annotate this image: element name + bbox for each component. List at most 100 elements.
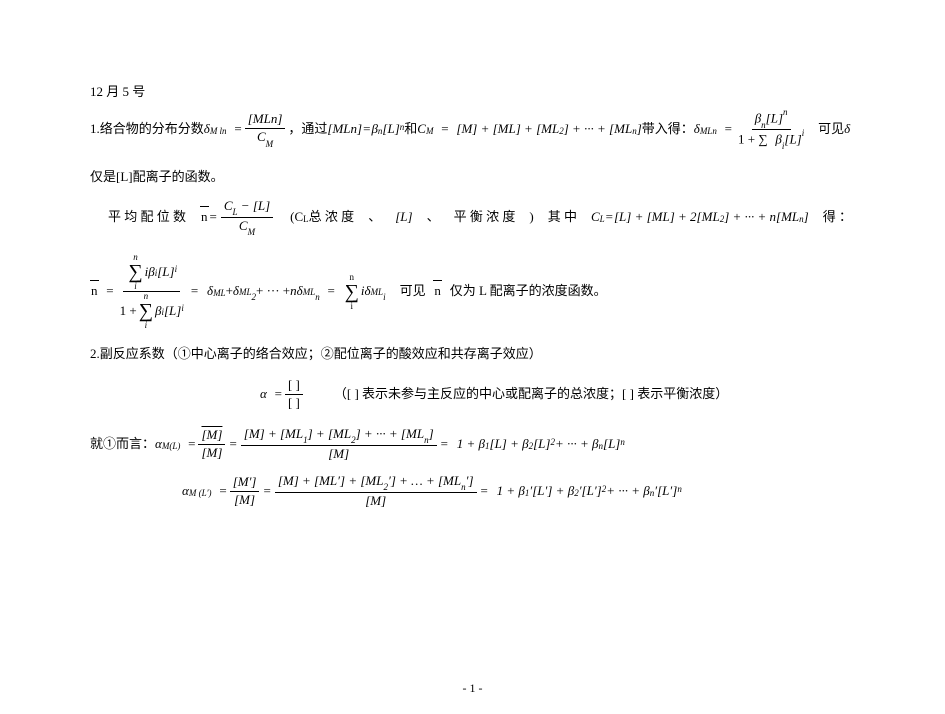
aML-eq2: = (229, 432, 236, 457)
expand-a: [L] + [ML] + 2[ML (614, 205, 720, 230)
expand-mid: ] + ··· + n[ML (724, 205, 799, 230)
line1-prefix: 1.络合物的分布分数 (90, 117, 204, 142)
aML-rs1: 1 (485, 438, 490, 455)
frac-delta-result: βn[L]n 1 + ∑βi[L]i (735, 109, 807, 151)
t2as-a: ML (371, 287, 384, 297)
where: 其 中 (548, 205, 577, 230)
nbar-big-frac: n ∑ i iβi[L]i 1 + n ∑ i βi[L]i (117, 253, 187, 330)
aMLp-rhs-c: [L′] (582, 479, 602, 504)
section2-heading: 2.副反应系数（①中心离子的络合效应；②配位离子的酸效应和共存离子效应） (90, 342, 890, 367)
aML-rs2: 2 (529, 438, 534, 455)
mid2: 带入得： (642, 117, 694, 142)
aMLp-eq3: = (481, 479, 488, 504)
f2n-Lsup: n (783, 107, 788, 117)
sum-mid: ] + ··· + [ML (564, 117, 632, 142)
sec2-text: 2.副反应系数（①中心离子的络合效应；②配位离子的酸效应和共存离子效应） (90, 342, 542, 367)
aMLp-f1d: [M] (234, 492, 255, 507)
frac1-num: [MLn] (248, 111, 283, 126)
aMLp-rs2: 2 (574, 485, 579, 502)
term2-as: MLi (371, 284, 386, 304)
t2as-b: i (383, 292, 386, 302)
expand-sn: n (799, 211, 804, 228)
aML-f2s1: 1 (303, 435, 308, 445)
beta-sub: n (378, 123, 383, 140)
f2n-bsub: n (761, 120, 766, 130)
aMLp-f2sn: n (461, 482, 466, 492)
nexp-eq2: = (191, 279, 198, 304)
frac1-den-sub: M (266, 139, 274, 149)
note-open: (C (290, 205, 303, 230)
sum-terms-a: [M] + [ML] + [ML (456, 117, 559, 142)
delta2-sub: MLn (700, 123, 717, 140)
expand-s2: 2 (720, 211, 725, 228)
navg-end: 得 ： (823, 205, 852, 230)
mln-bracket: [MLn] (327, 117, 362, 142)
date-text: 12 月 5 号 (90, 80, 145, 105)
aMLp-rhs-b: [L′] + β (532, 479, 574, 504)
aMLp-as: M (L′) (189, 485, 212, 502)
CL: C (591, 205, 600, 230)
nden-1: 1 + (120, 303, 137, 320)
aML-f1n: [M] (201, 427, 222, 442)
alpha-eq: = (275, 382, 282, 407)
frac1-den-c: C (257, 129, 266, 144)
f2n-L: [L] (766, 110, 783, 125)
line2: 仅是[L]配离子的函数。 (90, 165, 890, 190)
aMLp-f1n: [M′] (233, 474, 257, 489)
dots: + ··· + (256, 279, 290, 304)
aML-eq: = (188, 432, 195, 457)
nnum-b: [L] (157, 264, 174, 281)
nexp-tail-a: 可见 (400, 279, 426, 304)
plus1: + (226, 279, 233, 304)
aMLp-frac1: [M′] [M] (230, 474, 260, 509)
aML-rp2: 2 (550, 434, 555, 451)
f2d-1plus: 1 + (738, 132, 758, 147)
f2d-sum: ∑ (758, 132, 767, 147)
CM: C (417, 117, 426, 142)
expand-end: ] (804, 205, 809, 230)
note-sep2: 、 (427, 205, 440, 230)
f2d-L: [L] (784, 132, 801, 147)
nbar-def-line: 平 均 配 位 数 n = CL − [L] CM (CL 总 浓 度 、 [L… (90, 198, 890, 238)
alpha-sym: α (260, 382, 267, 407)
aMLp-rhs-d: + ··· + β (606, 479, 650, 504)
aMLp-f2nc: ′] (466, 473, 474, 488)
aMLp-rsn: n (650, 485, 655, 502)
CM-sub: M (426, 123, 434, 140)
aMLp-eq2: = (263, 479, 270, 504)
nnum-as: i (155, 268, 158, 280)
aML-f2sn: n (424, 435, 429, 445)
d2s: ML2 (239, 284, 256, 304)
eq2: = (363, 117, 370, 142)
aMLp-rhs-a: 1 + β (497, 479, 525, 504)
term2-a: iδ (361, 279, 371, 304)
alpha-frac: [ ] [ ] (285, 377, 303, 412)
aMLp-f2na: [M] + [ML′] + [ML (278, 473, 384, 488)
nf-num-C: C (224, 198, 233, 213)
aML-frac2: [M] + [ML1] + [ML2] + ··· + [MLn] [M] (241, 426, 437, 463)
nden-bs: i (161, 307, 164, 319)
d1s: ML (213, 285, 226, 302)
aML-f2na: [M] + [ML (244, 426, 303, 441)
case1p-line: αM (L′) = [M′] [M] = [M] + [ML′] + [ML2′… (90, 473, 890, 510)
aML-as: M(L) (162, 438, 181, 455)
nnum-a: iβ (145, 264, 155, 281)
d2s-b: 2 (251, 292, 256, 302)
d2s-a: ML (239, 287, 252, 297)
case1-line: 就①而言： αM(L) = [M] [M] = [M] + [ML1] + [M… (90, 426, 890, 463)
aMLp-rs1: 1 (525, 485, 530, 502)
note-a: 总 浓 度 (309, 205, 355, 230)
alpha-def-line: α = [ ] [ ] （[ ] 表示未参与主反应的中心或配离子的总浓度；[ ]… (90, 377, 890, 412)
aML-f2nc: ] + ··· + [ML (356, 426, 424, 441)
aMLp-f2nb: ′] + … + [ML (388, 473, 461, 488)
dns-a: ML (303, 287, 316, 297)
af-den: [ ] (288, 395, 300, 410)
aMLp-eq: = (219, 479, 226, 504)
aML-rhs-c: [L] (533, 432, 550, 457)
line1-tail-delta: δ (844, 117, 850, 142)
aMLp-f2s2: 2 (383, 482, 388, 492)
note-b: [L] (395, 205, 412, 230)
and-word: 和 (404, 117, 417, 142)
note-sub: L (303, 211, 309, 228)
nnum-bs: i (175, 264, 178, 276)
